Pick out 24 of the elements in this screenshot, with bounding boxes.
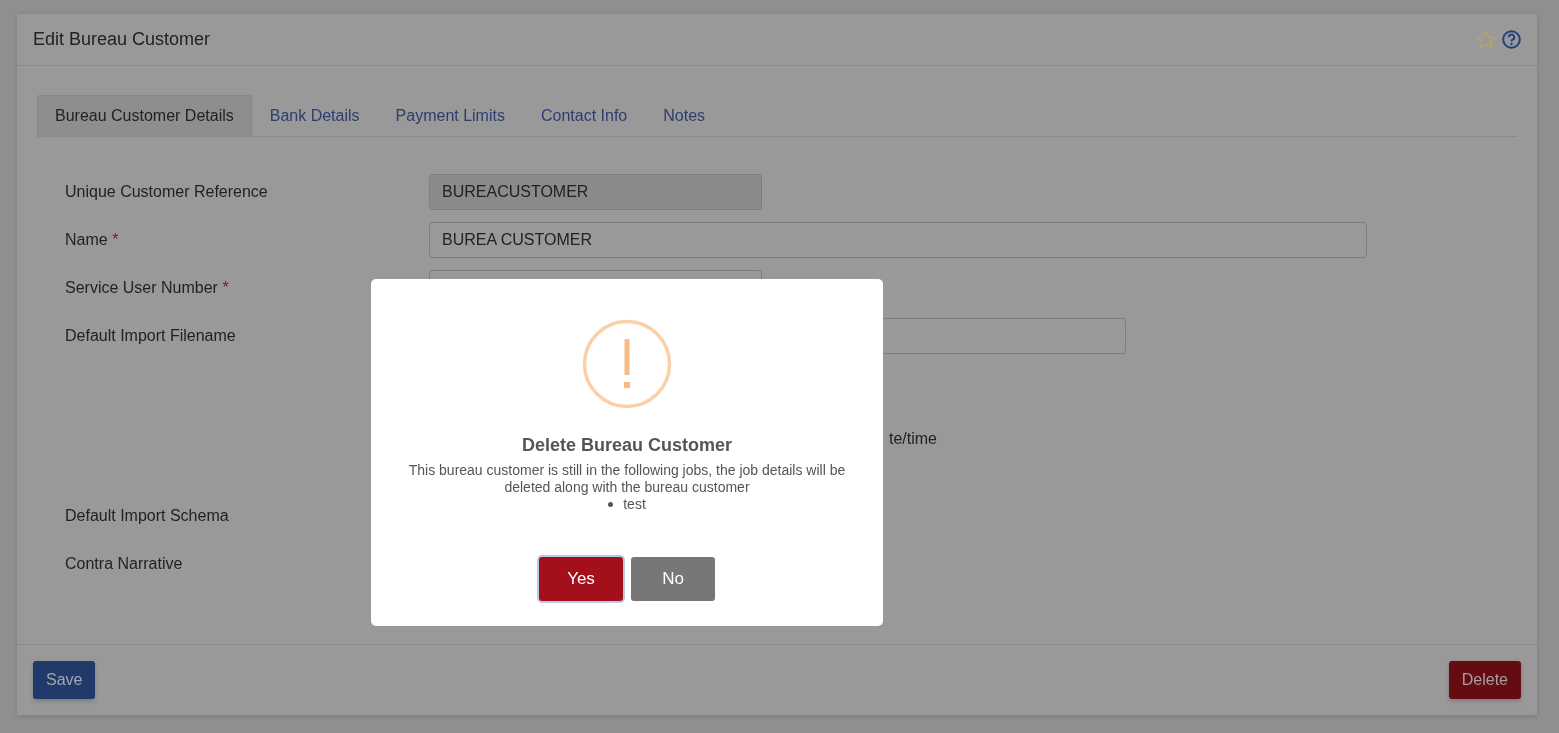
delete-button[interactable]: Delete [1448, 661, 1521, 699]
help-icon[interactable] [1502, 30, 1521, 49]
tab[interactable]: Notes [645, 95, 724, 136]
star-icon[interactable] [1476, 29, 1496, 50]
input-field[interactable]: BUREA CUSTOMER [429, 222, 1367, 258]
tab[interactable]: Contact Info [522, 95, 646, 136]
field-label: Name * [65, 231, 120, 249]
job-name: test [623, 496, 646, 513]
page-title: Edit Bureau Customer [33, 29, 212, 50]
tab[interactable]: Bureau Customer Details [37, 95, 252, 136]
save-button[interactable]: Save [33, 661, 96, 699]
dialog-title: Delete Bureau Customer [521, 435, 733, 456]
field-label: Default Import Filename [65, 327, 237, 345]
field-label: Unique Customer Reference [65, 183, 269, 201]
tab[interactable]: Payment Limits [377, 95, 523, 136]
field-label: Default Import Schema [65, 507, 230, 525]
field-label: Contra Narrative [65, 555, 184, 573]
field-label: Service User Number * [65, 279, 230, 297]
warning-icon [582, 319, 672, 409]
tab[interactable]: Bank Details [251, 95, 378, 136]
cancel-button[interactable]: No [631, 557, 715, 601]
option-label: te/time [889, 430, 938, 448]
confirm-button[interactable]: Yes [539, 557, 623, 601]
bullet-icon [608, 502, 614, 507]
